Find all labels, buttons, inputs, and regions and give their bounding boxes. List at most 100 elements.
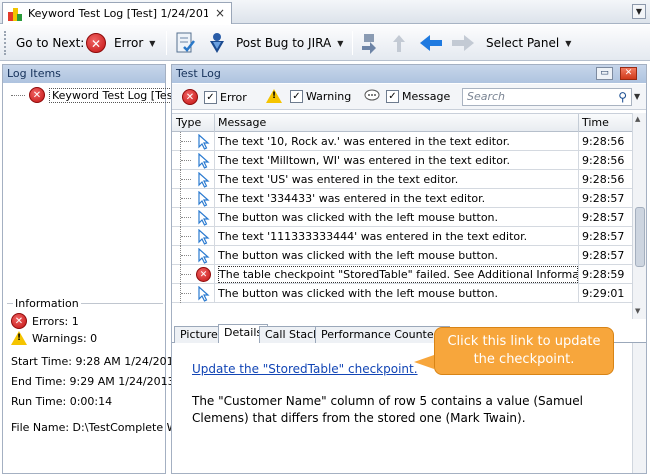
row-message: The text 'US' was entered in the text ed…	[218, 173, 459, 186]
callout-hint: Click this link to update the checkpoint…	[434, 327, 614, 375]
file-name: File Name: D:\TestComplete Wo	[11, 421, 184, 434]
filter-error[interactable]: ✕ ✓ Error	[182, 89, 247, 105]
column-divider	[214, 132, 215, 151]
column-divider	[578, 208, 579, 227]
log-tree-root[interactable]: ✕ Keyword Test Log [Test]	[11, 87, 185, 103]
tab-list-dropdown[interactable]: ▼	[632, 4, 646, 19]
search-dropdown-icon[interactable]: ▼	[634, 88, 644, 106]
row-message: The button was clicked with the left mou…	[218, 249, 499, 262]
callout-pointer	[414, 355, 434, 369]
toolbar-separator	[352, 31, 353, 55]
post-bug-to-jira-button[interactable]: Post Bug to JIRA ▼	[206, 29, 343, 57]
post-bug-label: Post Bug to JIRA	[236, 36, 332, 50]
close-tab-icon[interactable]: ×	[215, 6, 225, 20]
column-type[interactable]: Type	[176, 116, 201, 129]
log-grid-scrollbar[interactable]: ▲ ▼	[632, 113, 646, 319]
mouse-click-icon	[196, 228, 212, 245]
toolbar-grip[interactable]	[4, 31, 7, 55]
search-placeholder: Search	[467, 90, 506, 103]
update-checkpoint-link[interactable]: Update the "StoredTable" checkpoint.	[192, 362, 418, 376]
column-message[interactable]: Message	[218, 116, 266, 129]
column-divider	[214, 208, 215, 227]
table-row[interactable]: The button was clicked with the left mou…	[172, 284, 634, 303]
row-time: 9:28:57	[582, 211, 625, 224]
scroll-up-icon[interactable]: ▲	[635, 115, 640, 123]
go-up-button[interactable]	[390, 29, 408, 57]
row-message: The text '334433' was entered in the tex…	[218, 192, 486, 205]
scroll-down-icon[interactable]: ▼	[635, 307, 640, 315]
log-toolbar: Go to Next: ✕ Error ▼ Post Bug to JIRA ▼	[0, 25, 650, 61]
column-divider	[214, 227, 215, 246]
run-time: Run Time: 0:00:14	[11, 395, 113, 408]
row-message: The button was clicked with the left mou…	[218, 287, 499, 300]
test-log-panel: Test Log ▭ ✕ ✕ ✓ Error ✓ Warning ✓ Messa…	[171, 64, 647, 474]
test-log-header: Test Log ▭ ✕	[172, 65, 646, 83]
column-divider	[214, 284, 215, 303]
information-title: Information	[13, 297, 81, 310]
filter-warning-label: Warning	[306, 89, 352, 103]
testcomplete-app-icon	[8, 7, 22, 21]
close-panel-icon[interactable]: ✕	[620, 67, 637, 80]
table-row[interactable]: ✕ The table checkpoint "StoredTable" fail…	[172, 265, 634, 284]
search-icon[interactable]: ⚲	[618, 89, 627, 105]
table-row[interactable]: The button was clicked with the left mou…	[172, 246, 634, 265]
filter-error-checkbox[interactable]: ✓	[204, 90, 217, 104]
table-row[interactable]: The button was clicked with the left mou…	[172, 208, 634, 227]
log-tree-root-label: Keyword Test Log [Test]	[49, 87, 185, 103]
go-to-next-error-button[interactable]: ✕ Error ▼	[86, 29, 155, 57]
filter-message-checkbox[interactable]: ✓	[386, 89, 399, 103]
document-tab-title: Keyword Test Log [Test] 1/24/201...	[28, 7, 208, 20]
mouse-click-icon	[196, 171, 212, 188]
table-row[interactable]: The text 'Milltown, WI' was entered in t…	[172, 151, 634, 170]
back-button[interactable]	[418, 29, 444, 57]
log-items-header: Log Items	[3, 65, 165, 83]
chevron-down-icon[interactable]: ▼	[565, 39, 571, 48]
column-divider	[578, 227, 579, 246]
table-row[interactable]: The text '10, Rock av.' was entered in t…	[172, 132, 634, 151]
column-time[interactable]: Time	[582, 116, 609, 129]
row-time: 9:28:56	[582, 154, 625, 167]
row-time: 9:28:57	[582, 249, 625, 262]
filter-warning[interactable]: ✓ Warning	[266, 89, 351, 103]
error-icon: ✕	[86, 33, 106, 53]
column-divider	[214, 151, 215, 170]
column-divider	[214, 114, 215, 132]
row-time: 9:28:56	[582, 173, 625, 186]
callout-line-2: the checkpoint.	[473, 352, 575, 367]
details-scrollbar[interactable]	[632, 343, 646, 473]
go-to-parent-button[interactable]	[358, 29, 382, 57]
select-panel-label: Select Panel	[486, 36, 560, 50]
tab-performance-counters[interactable]: Performance Counters	[315, 326, 450, 343]
filter-message[interactable]: ✓ Message	[364, 89, 450, 103]
column-divider	[578, 151, 579, 170]
end-time: End Time: 9:29 AM 1/24/2013	[11, 375, 175, 388]
test-log-title: Test Log	[176, 67, 221, 80]
row-message: The table checkpoint "StoredTable" faile…	[218, 266, 578, 283]
bug-report-document-icon	[176, 32, 195, 53]
post-bug-document-button[interactable]	[174, 29, 198, 57]
restore-panel-icon[interactable]: ▭	[596, 67, 613, 80]
arrow-up-icon	[393, 35, 405, 52]
tree-connector	[11, 94, 25, 96]
chevron-down-icon[interactable]: ▼	[337, 39, 343, 48]
chevron-down-icon[interactable]: ▼	[149, 39, 155, 48]
arrow-right-icon	[452, 35, 474, 51]
document-tab[interactable]: Keyword Test Log [Test] 1/24/201... ×	[2, 2, 232, 24]
search-input[interactable]: Search ⚲	[462, 88, 632, 106]
table-row[interactable]: The text '334433' was entered in the tex…	[172, 189, 634, 208]
row-time: 9:28:59	[582, 268, 625, 281]
select-panel-button[interactable]: Select Panel ▼	[486, 29, 571, 57]
log-items-panel: Log Items ✕ Keyword Test Log [Test] Info…	[2, 64, 185, 474]
table-row[interactable]: The text 'US' was entered in the text ed…	[172, 170, 634, 189]
start-time: Start Time: 9:28 AM 1/24/2013	[11, 355, 181, 368]
jira-icon	[210, 33, 224, 53]
column-divider	[578, 189, 579, 208]
column-divider	[578, 284, 579, 303]
scrollbar-thumb[interactable]	[635, 207, 645, 267]
table-row[interactable]: The text '111333333444' was entered in t…	[172, 227, 634, 246]
forward-button[interactable]	[450, 29, 476, 57]
mouse-click-icon	[196, 209, 212, 226]
column-divider	[578, 265, 579, 284]
filter-warning-checkbox[interactable]: ✓	[290, 89, 303, 103]
tab-picture[interactable]: Picture	[174, 326, 224, 343]
